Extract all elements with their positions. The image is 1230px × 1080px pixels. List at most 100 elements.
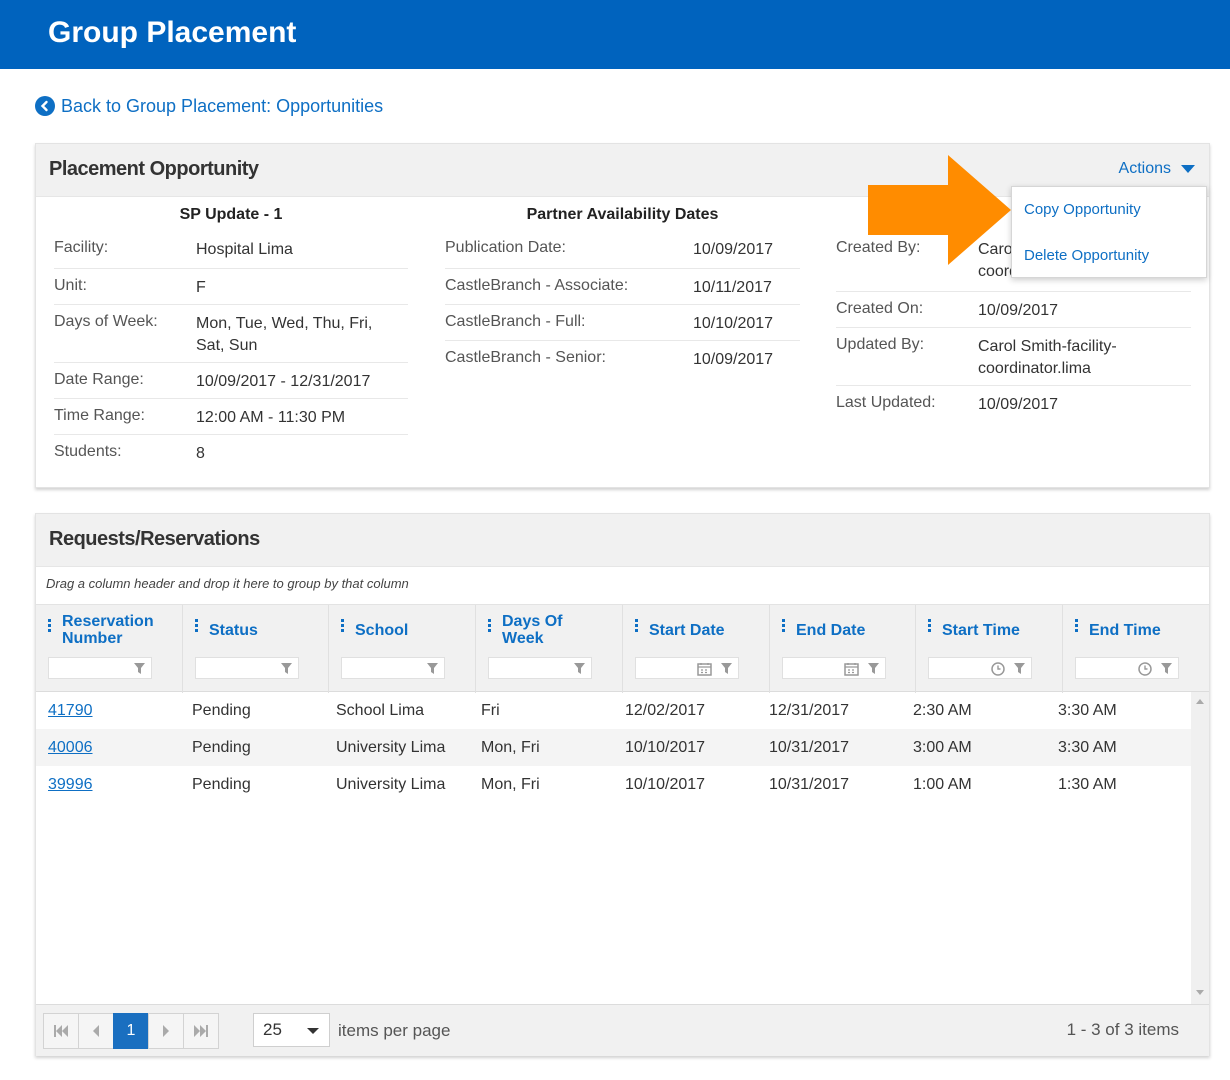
field-value: 10/10/2017 <box>693 315 774 332</box>
reservation-number-link[interactable]: 39996 <box>48 776 93 794</box>
column-menu-icon[interactable] <box>635 619 638 634</box>
caret-down-icon <box>1181 165 1195 173</box>
clock-icon[interactable] <box>991 662 1005 676</box>
column-header-school[interactable]: School <box>329 605 476 693</box>
column-header-reservation-number[interactable]: Reservation Number <box>36 605 183 693</box>
filter-icon[interactable] <box>426 662 439 675</box>
text-filter-input[interactable] <box>48 657 152 679</box>
field-value: 8 <box>196 445 205 462</box>
column-menu-icon[interactable] <box>782 619 785 634</box>
time-filter-input[interactable] <box>1075 657 1179 679</box>
column-header-start-time[interactable]: Start Time <box>916 605 1063 693</box>
summary-row: Time Range: 12:00 AM - 11:30 PM <box>54 399 408 435</box>
scroll-down-icon[interactable] <box>1196 990 1204 996</box>
column-label[interactable]: School <box>355 622 408 639</box>
text-filter-input[interactable] <box>195 657 299 679</box>
column-header-days-of-week[interactable]: Days Of Week <box>476 605 623 693</box>
field-value: 10/09/2017 <box>693 241 774 258</box>
page-1-button[interactable]: 1 <box>113 1013 149 1049</box>
filter-icon[interactable] <box>280 662 293 675</box>
copy-opportunity-menu-item[interactable]: Copy Opportunity <box>1024 201 1141 218</box>
prev-page-icon[interactable] <box>78 1013 114 1049</box>
app-header: Group Placement <box>0 0 1230 69</box>
panel-header: Requests/Reservations <box>36 514 1209 567</box>
column-menu-icon[interactable] <box>488 619 491 634</box>
column-menu-icon[interactable] <box>928 619 931 634</box>
callout-arrow-icon <box>868 155 1011 265</box>
table-row[interactable]: 41790 Pending School Lima Fri 12/02/2017… <box>36 692 1191 729</box>
column-menu-icon[interactable] <box>341 619 344 634</box>
column-menu-icon[interactable] <box>195 619 198 634</box>
column-label[interactable]: Start Time <box>942 622 1020 639</box>
field-label: Days of Week: <box>54 313 158 330</box>
column-label[interactable]: Status <box>209 622 258 639</box>
grid-pager: 1 25 items per page 1 - 3 of 3 items <box>36 1004 1209 1056</box>
field-label: Created On: <box>836 300 924 317</box>
grid-header: Reservation Number Status School Days Of… <box>36 604 1209 693</box>
caret-down-icon <box>307 1028 319 1034</box>
filter-icon[interactable] <box>133 662 146 675</box>
date-filter-input[interactable] <box>782 657 886 679</box>
column-label[interactable]: Reservation Number <box>62 613 172 647</box>
actions-menu-button[interactable]: Actions <box>1119 160 1195 178</box>
days-cell: Mon, Fri <box>481 776 540 793</box>
back-to-opportunities-link[interactable]: Back to Group Placement: Opportunities <box>35 94 383 118</box>
start-date-cell: 12/02/2017 <box>625 702 706 719</box>
column-header-status[interactable]: Status <box>183 605 329 693</box>
filter-icon[interactable] <box>1013 662 1026 675</box>
reservation-number-link[interactable]: 41790 <box>48 702 93 720</box>
end-time-cell: 1:30 AM <box>1058 776 1117 793</box>
end-date-cell: 10/31/2017 <box>769 776 850 793</box>
chevron-left-icon <box>35 96 55 116</box>
end-time-cell: 3:30 AM <box>1058 739 1117 756</box>
reservation-number-link[interactable]: 40006 <box>48 739 93 757</box>
column-header-end-time[interactable]: End Time <box>1063 605 1209 693</box>
column-label[interactable]: End Date <box>796 622 865 639</box>
last-page-icon[interactable] <box>183 1013 219 1049</box>
clock-icon[interactable] <box>1138 662 1152 676</box>
calendar-icon[interactable] <box>697 662 712 676</box>
field-value: 10/09/2017 - 12/31/2017 <box>196 373 371 390</box>
school-cell: University Lima <box>336 776 446 793</box>
scroll-up-icon[interactable] <box>1196 698 1204 704</box>
field-label: Time Range: <box>54 407 145 424</box>
column-header-end-date[interactable]: End Date <box>770 605 916 693</box>
days-cell: Mon, Fri <box>481 739 540 756</box>
end-date-cell: 12/31/2017 <box>769 702 850 719</box>
field-label: Facility: <box>54 239 109 256</box>
column-label[interactable]: End Time <box>1089 622 1161 639</box>
items-per-page-label: items per page <box>338 1021 451 1040</box>
time-filter-input[interactable] <box>928 657 1032 679</box>
column-label[interactable]: Days Of Week <box>502 613 582 647</box>
filter-icon[interactable] <box>867 662 880 675</box>
first-page-icon[interactable] <box>43 1013 79 1049</box>
audit-row: Created On: 10/09/2017 <box>836 292 1191 328</box>
vertical-scrollbar[interactable] <box>1191 692 1209 1004</box>
field-label: Publication Date: <box>445 239 566 256</box>
text-filter-input[interactable] <box>488 657 592 679</box>
column-header-start-date[interactable]: Start Date <box>623 605 770 693</box>
filter-icon[interactable] <box>720 662 733 675</box>
text-filter-input[interactable] <box>341 657 445 679</box>
column-menu-icon[interactable] <box>48 619 51 634</box>
days-cell: Fri <box>481 702 500 719</box>
table-row[interactable]: 40006 Pending University Lima Mon, Fri 1… <box>36 729 1191 766</box>
page-size-select[interactable]: 25 <box>253 1013 330 1047</box>
column-label[interactable]: Start Date <box>649 622 725 639</box>
field-value: 10/11/2017 <box>693 279 772 296</box>
table-row[interactable]: 39996 Pending University Lima Mon, Fri 1… <box>36 766 1191 803</box>
summary-row: Students: 8 <box>54 435 408 471</box>
group-by-drop-zone[interactable]: Drag a column header and drop it here to… <box>46 576 409 591</box>
field-value: Hospital Lima <box>196 241 293 258</box>
delete-opportunity-menu-item[interactable]: Delete Opportunity <box>1024 247 1149 264</box>
summary-row: Facility: Hospital Lima <box>54 234 408 269</box>
calendar-icon[interactable] <box>844 662 859 676</box>
requests-reservations-panel: Requests/Reservations Drag a column head… <box>35 513 1210 1056</box>
filter-icon[interactable] <box>1160 662 1173 675</box>
date-filter-input[interactable] <box>635 657 739 679</box>
pager-buttons: 1 <box>43 1013 219 1049</box>
filter-icon[interactable] <box>573 662 586 675</box>
column-menu-icon[interactable] <box>1075 619 1078 634</box>
field-value: 10/09/2017 <box>978 302 1059 319</box>
next-page-icon[interactable] <box>148 1013 184 1049</box>
